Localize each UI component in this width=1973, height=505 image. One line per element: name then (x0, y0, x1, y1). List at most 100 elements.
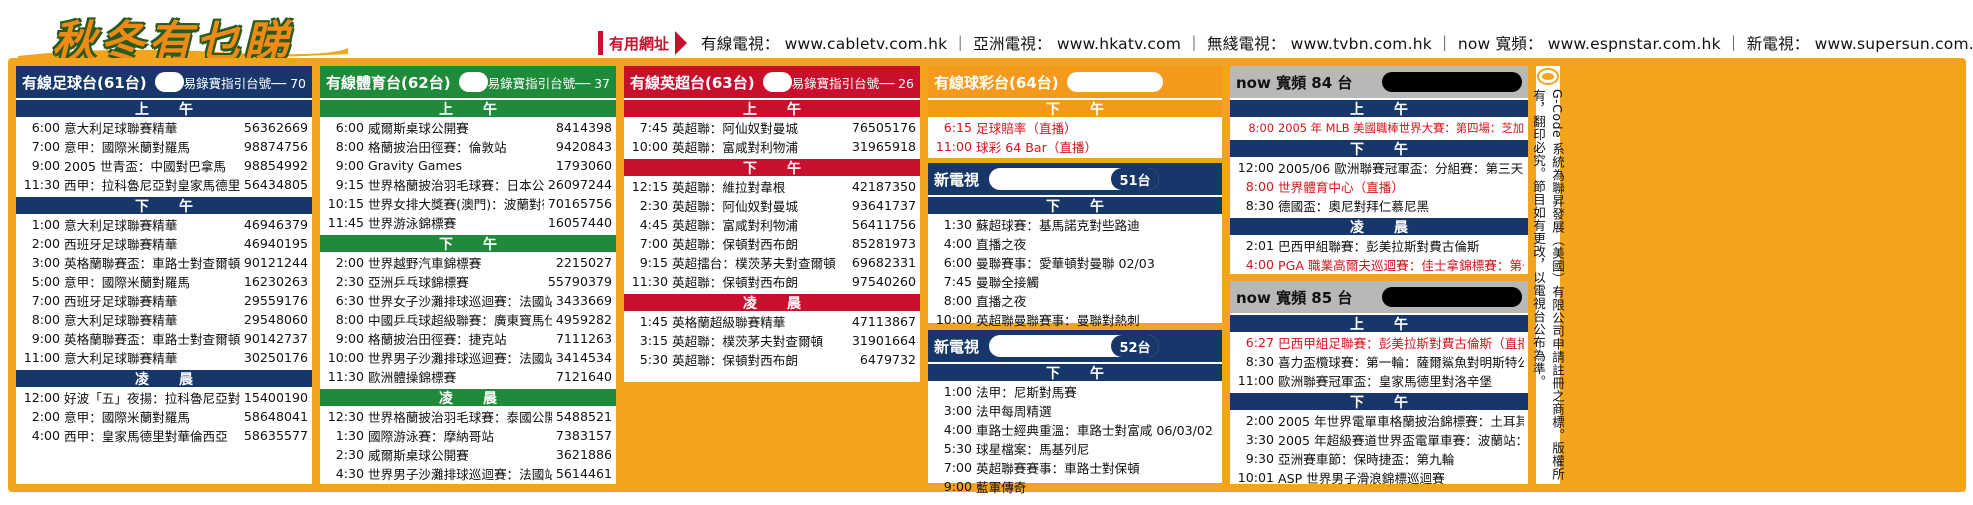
program-list: 1:45 英格蘭超級聯賽精華 47113867 3:15 英超聯：樸茨茅夫對查爾頓 319… (624, 311, 920, 370)
newtv-51-panel: 新電視 51台 下午 1:30 蘇超球賽：基馬諾克對些路迪 4:00 直播之夜 6:00 曼… (928, 163, 1222, 328)
program-row: 6:00 意大利足球聯賽精華 56362669 (16, 118, 312, 137)
program-row: 4:30 世界男子沙灘排球巡迴賽：法國站 5614461 (320, 464, 616, 483)
program-time: 5:30 (943, 441, 972, 456)
program-time: 7:45 (639, 120, 668, 135)
gcode-number: 6479732 (859, 352, 916, 367)
program-title: 西班牙足球聯賽精華 (64, 237, 178, 252)
program-title: 亞洲乒乓球錦標賽 (368, 275, 469, 290)
program-time: 11:30 (23, 177, 60, 192)
program-title: 直播之夜 (976, 294, 1027, 309)
program-row: 2:01 巴西甲組聯賽：彭美拉斯對費古倫斯 (1230, 236, 1528, 255)
program-row: 2:00 意甲：國際米蘭對羅馬 58648041 (16, 407, 312, 426)
program-title: PGA 職業高爾夫巡迴賽：佳士拿錦標賽：第一輪比賽（直播） (1278, 258, 1524, 273)
program-list: 6:15 足球賠率（直播） 11:00 球彩 64 Bar（直播） (928, 117, 1222, 157)
time-section-header: 凌晨 (16, 370, 312, 388)
program-time: 10:00 (327, 350, 364, 365)
gcode-number: 55790379 (547, 274, 612, 289)
program-title: 世界男子沙灘排球巡迴賽：法國站 (368, 351, 552, 366)
gcode-number: 97540260 (851, 274, 916, 289)
guide-number: 易錄寶指引台號── 26 (791, 75, 914, 91)
program-title: 英格蘭聯賽盃：車路士對查爾頓 (64, 256, 240, 271)
program-row: 9:15 英超擂台：樸茨茅夫對查爾頓 69682331 (624, 253, 920, 272)
program-row: 1:00 意大利足球聯賽精華 46946379 (16, 215, 312, 234)
program-time: 8:00 (1248, 120, 1274, 135)
program-list: 7:45 英超聯：阿仙奴對曼城 76505176 10:00 英超聯：富咸對利物浦 319… (624, 117, 920, 157)
time-section-header: 凌晨 (1230, 218, 1528, 236)
program-list: 1:30 蘇超球賽：基馬諾克對些路迪 4:00 直播之夜 6:00 曼聯賽事：愛華頓對曼聯… (928, 214, 1222, 330)
program-list: 1:00 意大利足球聯賽精華 46946379 2:00 西班牙足球聯賽精華 469401… (16, 214, 312, 368)
program-time: 8:30 (1245, 198, 1274, 213)
program-row: 9:00 藍軍傳奇 (928, 477, 1222, 496)
program-time: 3:30 (1245, 432, 1274, 447)
channel-header: 有線英超台(63台) 易錄寶指引台號── 26 (624, 66, 920, 98)
channel-header: 有線體育台(62台) 易錄寶指引台號── 37 (320, 66, 616, 98)
program-time: 12:30 (327, 409, 364, 424)
time-section-header: 下午 (1230, 140, 1528, 158)
gcode-number: 58648041 (243, 409, 308, 424)
program-title: 蘇超球賽：基馬諾克對些路迪 (976, 218, 1140, 233)
program-title: 亞洲賽車節：保時捷盃：第九輪 (1278, 452, 1455, 467)
program-title: 世界女排大獎賽(澳門)：波蘭對德國 (368, 197, 544, 212)
program-time: 11:30 (327, 369, 364, 384)
gcode-number: 30250176 (243, 350, 308, 365)
program-title: 世界格蘭披治羽毛球賽：日本公開賽 (368, 178, 544, 193)
channel-name: 有線球彩台(64台) (934, 73, 1059, 92)
program-title: 威爾斯桌球公開賽 (368, 448, 469, 463)
program-title: 喜力盃欖球賽：第一輪：薩爾鯊魚對明斯特公爵 (1278, 355, 1524, 370)
program-row: 2:00 2005 年世界電單車格蘭披治錦標賽：土耳其站：精華 (1230, 411, 1528, 430)
program-list: 2:00 2005 年世界電單車格蘭披治錦標賽：土耳其站：精華 3:30 2005 年… (1230, 410, 1528, 488)
program-row: 9:00 Gravity Games 1793060 (320, 156, 616, 175)
program-time: 2:00 (335, 255, 364, 270)
program-title: 世界男子沙灘排球巡迴賽：法國站 (368, 467, 552, 482)
gcode-number: 90142737 (243, 331, 308, 346)
program-title: 藍軍傳奇 (976, 480, 1027, 495)
program-list: 12:00 2005/06 歐洲聯賽冠軍盃：分組賽：第三天 8:00 世界體育中心（直… (1230, 157, 1528, 216)
program-time: 9:15 (335, 177, 364, 192)
program-title: 意大利足球聯賽精華 (64, 218, 178, 233)
program-title: 世界格蘭披治羽毛球賽：泰國公開賽 (368, 410, 552, 425)
program-list: 12:00 好波「五」夜揚：拉科魯尼亞對皇家馬德里15400190 2:00 意甲：國… (16, 387, 312, 446)
program-title: 德國盃：奧尼對拜仁慕尼黑 (1278, 199, 1430, 214)
program-row: 6:00 曼聯賽事：愛華頓對曼聯 02/03 (928, 253, 1222, 272)
program-list: 12:15 英超聯：維拉對韋根 42187350 2:30 英超聯：阿仙奴對曼城 9364… (624, 176, 920, 292)
gcode-number: 31965918 (851, 139, 916, 154)
program-time: 11:00 (935, 139, 972, 154)
program-time: 3:00 (943, 403, 972, 418)
program-row: 2:30 亞洲乒乓球錦標賽 55790379 (320, 272, 616, 291)
program-row: 8:00 中國乒乓球超級聯賽：廣東寶馬仕對四川全興4959282 (320, 310, 616, 329)
program-list: 2:00 世界越野汽車錦標賽 2215027 2:30 亞洲乒乓球錦標賽 55790379… (320, 252, 616, 387)
program-row: 8:30 德國盃：奧尼對拜仁慕尼黑 (1230, 196, 1528, 215)
program-title: 英超聯曼聯賽事：曼聯對熱刺 (976, 313, 1140, 328)
program-time: 9:00 (335, 158, 364, 173)
program-time: 8:00 (943, 293, 972, 308)
program-title: 2005 世青盃：中國對巴拿馬 (64, 159, 226, 174)
program-time: 9:00 (335, 331, 364, 346)
program-row: 5:00 意甲：國際米蘭對羅馬 16230263 (16, 272, 312, 291)
program-title: Gravity Games (368, 158, 463, 173)
channel-name: now 寬頻 84 台 (1236, 73, 1353, 92)
program-title: 2005 年世界電單車格蘭披治錦標賽：土耳其站：精華 (1278, 414, 1524, 429)
program-time: 8:00 (1245, 179, 1274, 194)
gcode-blank (1066, 72, 1163, 92)
program-row: 8:00 直播之夜 (928, 291, 1222, 310)
gcode-number: 29548060 (243, 312, 308, 327)
copyright-side-note: G-Code 系統為聯昇發展（美國）有限公司申請註冊之商標。版權所有，翻印必究。… (1531, 66, 1565, 484)
gcode-number: 7121640 (555, 369, 612, 384)
program-time: 10:00 (935, 312, 972, 327)
gcode-number: 3621886 (555, 447, 612, 462)
useful-urls-bar: 有用網址 有線電視： www.cabletv.com.hk ｜ 亞洲電視： ww… (598, 30, 1973, 56)
program-time: 1:45 (639, 314, 668, 329)
gcode-number: 2215027 (555, 255, 612, 270)
program-row: 8:00 格蘭披治田徑賽：倫敦站 9420843 (320, 137, 616, 156)
program-title: 意大利足球聯賽精華 (64, 313, 178, 328)
program-time: 5:30 (639, 352, 668, 367)
program-time: 6:27 (1245, 335, 1274, 350)
program-row: 7:00 西班牙足球聯賽精華 29559176 (16, 291, 312, 310)
program-time: 8:00 (31, 312, 60, 327)
program-title: 意大利足球聯賽精華 (64, 121, 178, 136)
gcode-number: 5614461 (555, 466, 612, 481)
program-title: 英格蘭超級聯賽精華 (672, 315, 786, 330)
gcode-number: 26097244 (547, 177, 612, 192)
program-row: 7:00 英超聯：保頓對西布朗 85281973 (624, 234, 920, 253)
channel-61-panel: 有線足球台(61台) 易錄寶指引台號── 70 上午 6:00 意大利足球聯賽精華 5… (16, 66, 312, 484)
